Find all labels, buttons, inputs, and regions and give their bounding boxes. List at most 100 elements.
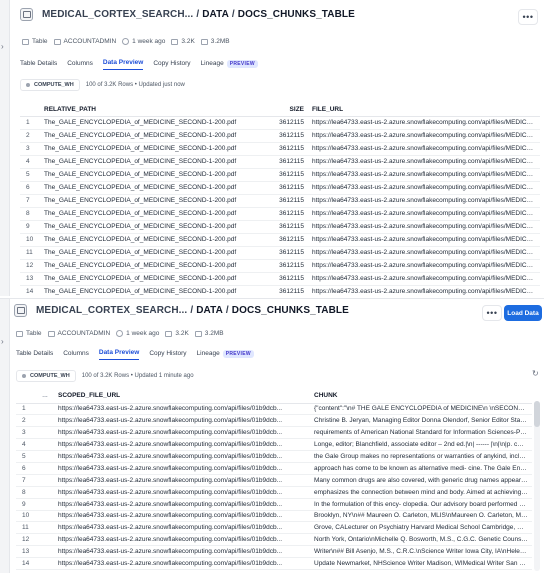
- more-actions-button[interactable]: •••: [518, 9, 538, 25]
- size-cell[interactable]: 3612115: [258, 116, 308, 130]
- scoped-file-url-cell[interactable]: https://lea64733.east-us-2.azure.snowfla…: [54, 450, 310, 463]
- table-row[interactable]: 2 https://lea64733.east-us-2.azure.snowfl…: [16, 414, 532, 428]
- chunk-cell[interactable]: Many common drugs are also covered, with…: [310, 474, 532, 487]
- tab-copy-history[interactable]: Copy History: [149, 350, 186, 360]
- column-header-chunk[interactable]: CHUNK: [310, 389, 532, 404]
- chunk-cell[interactable]: requirements of American National Standa…: [310, 426, 532, 440]
- chunk-cell[interactable]: In the formulation of this ency- clopedi…: [310, 498, 532, 511]
- table-row[interactable]: 6 The_GALE_ENCYCLOPEDIA_of_MEDICINE_SECON…: [20, 181, 540, 195]
- chunk-cell[interactable]: the Gale Group makes no representations …: [310, 450, 532, 463]
- scoped-file-url-cell[interactable]: https://lea64733.east-us-2.azure.snowfla…: [54, 414, 310, 428]
- relative-path-cell[interactable]: The_GALE_ENCYCLOPEDIA_of_MEDICINE_SECOND…: [40, 142, 258, 156]
- tab-data-preview[interactable]: Data Preview: [98, 349, 140, 360]
- chunk-cell[interactable]: {"content":"\n# THE GALE ENCYCLOPEDIA of…: [310, 403, 532, 416]
- scoped-file-url-cell[interactable]: https://lea64733.east-us-2.azure.snowfla…: [54, 498, 310, 511]
- table-row[interactable]: 7 https://lea64733.east-us-2.azure.snowfl…: [16, 474, 532, 487]
- table-row[interactable]: 14 The_GALE_ENCYCLOPEDIA_of_MEDICINE_SECO…: [20, 285, 540, 296]
- relative-path-cell[interactable]: The_GALE_ENCYCLOPEDIA_of_MEDICINE_SECOND…: [40, 168, 258, 182]
- table-row[interactable]: 1 The_GALE_ENCYCLOPEDIA_of_MEDICINE_SECON…: [20, 116, 540, 130]
- relative-path-cell[interactable]: The_GALE_ENCYCLOPEDIA_of_MEDICINE_SECOND…: [40, 233, 258, 247]
- table-row[interactable]: 11 The_GALE_ENCYCLOPEDIA_of_MEDICINE_SECO…: [20, 246, 540, 260]
- relative-path-cell[interactable]: The_GALE_ENCYCLOPEDIA_of_MEDICINE_SECOND…: [40, 116, 258, 130]
- file-url-cell[interactable]: https://lea64733.east-us-2.azure.snowfla…: [308, 220, 540, 234]
- breadcrumb-schema[interactable]: DATA: [196, 305, 223, 316]
- file-url-cell[interactable]: https://lea64733.east-us-2.azure.snowfla…: [308, 194, 540, 208]
- more-actions-button[interactable]: •••: [482, 305, 502, 321]
- table-row[interactable]: 8 The_GALE_ENCYCLOPEDIA_of_MEDICINE_SECON…: [20, 207, 540, 221]
- scoped-file-url-cell[interactable]: https://lea64733.east-us-2.azure.snowfla…: [54, 545, 310, 559]
- chunk-cell[interactable]: Christine B. Jeryan, Managing Editor Don…: [310, 414, 532, 428]
- relative-path-cell[interactable]: The_GALE_ENCYCLOPEDIA_of_MEDICINE_SECOND…: [40, 272, 258, 286]
- file-url-cell[interactable]: https://lea64733.east-us-2.azure.snowfla…: [308, 129, 540, 143]
- file-url-cell[interactable]: https://lea64733.east-us-2.azure.snowfla…: [308, 155, 540, 169]
- column-header-scoped-file-url[interactable]: SCOPED_FILE_URL: [54, 389, 310, 404]
- refresh-icon[interactable]: ↻: [532, 369, 539, 378]
- breadcrumb-database[interactable]: MEDICAL_CORTEX_SEARCH...: [36, 305, 187, 316]
- table-row[interactable]: 9 The_GALE_ENCYCLOPEDIA_of_MEDICINE_SECON…: [20, 220, 540, 234]
- table-row[interactable]: 3 The_GALE_ENCYCLOPEDIA_of_MEDICINE_SECON…: [20, 142, 540, 156]
- size-cell[interactable]: 3612115: [258, 129, 308, 143]
- tab-columns[interactable]: Columns: [67, 60, 93, 70]
- relative-path-cell[interactable]: The_GALE_ENCYCLOPEDIA_of_MEDICINE_SECOND…: [40, 220, 258, 234]
- file-url-cell[interactable]: https://lea64733.east-us-2.azure.snowfla…: [308, 116, 540, 130]
- breadcrumb-database[interactable]: MEDICAL_CORTEX_SEARCH...: [42, 9, 193, 20]
- table-row[interactable]: 6 https://lea64733.east-us-2.azure.snowfl…: [16, 462, 532, 475]
- table-row[interactable]: 5 The_GALE_ENCYCLOPEDIA_of_MEDICINE_SECON…: [20, 168, 540, 182]
- file-url-cell[interactable]: https://lea64733.east-us-2.azure.snowfla…: [308, 246, 540, 260]
- warehouse-selector[interactable]: COMPUTE_WH: [16, 370, 76, 382]
- relative-path-cell[interactable]: The_GALE_ENCYCLOPEDIA_of_MEDICINE_SECOND…: [40, 207, 258, 221]
- chunk-cell[interactable]: North York, Ontario\nMichelle Q. Boswort…: [310, 533, 532, 547]
- size-cell[interactable]: 3612115: [258, 246, 308, 260]
- expand-sidebar-icon[interactable]: ›: [1, 337, 4, 346]
- table-row[interactable]: 12 https://lea64733.east-us-2.azure.snowf…: [16, 533, 532, 547]
- column-header-relative-path[interactable]: RELATIVE_PATH: [40, 103, 258, 117]
- column-header-file-url[interactable]: FILE_URL: [308, 103, 540, 117]
- size-cell[interactable]: 3612115: [258, 207, 308, 221]
- tab-data-preview[interactable]: Data Preview: [102, 59, 144, 70]
- table-row[interactable]: 10 The_GALE_ENCYCLOPEDIA_of_MEDICINE_SECO…: [20, 233, 540, 247]
- size-cell[interactable]: 3612115: [258, 259, 308, 273]
- chunk-cell[interactable]: Update Newmarket, NHScience Writer Madis…: [310, 557, 532, 570]
- relative-path-cell[interactable]: The_GALE_ENCYCLOPEDIA_of_MEDICINE_SECOND…: [40, 181, 258, 195]
- scoped-file-url-cell[interactable]: https://lea64733.east-us-2.azure.snowfla…: [54, 438, 310, 452]
- scoped-file-url-cell[interactable]: https://lea64733.east-us-2.azure.snowfla…: [54, 521, 310, 535]
- table-row[interactable]: 12 The_GALE_ENCYCLOPEDIA_of_MEDICINE_SECO…: [20, 259, 540, 273]
- vertical-scrollbar[interactable]: [534, 401, 540, 571]
- table-row[interactable]: 2 The_GALE_ENCYCLOPEDIA_of_MEDICINE_SECON…: [20, 129, 540, 143]
- chunk-cell[interactable]: Brooklyn, NY\n## Maureen O. Carleton, ML…: [310, 510, 532, 523]
- chunk-cell[interactable]: approach has come to be known as alterna…: [310, 462, 532, 475]
- size-cell[interactable]: 3612115: [258, 181, 308, 195]
- size-cell[interactable]: 3612115: [258, 155, 308, 169]
- scoped-file-url-cell[interactable]: https://lea64733.east-us-2.azure.snowfla…: [54, 426, 310, 440]
- file-url-cell[interactable]: https://lea64733.east-us-2.azure.snowfla…: [308, 181, 540, 195]
- relative-path-cell[interactable]: The_GALE_ENCYCLOPEDIA_of_MEDICINE_SECOND…: [40, 129, 258, 143]
- scoped-file-url-cell[interactable]: https://lea64733.east-us-2.azure.snowfla…: [54, 557, 310, 570]
- size-cell[interactable]: 3612115: [258, 142, 308, 156]
- tab-copy-history[interactable]: Copy History: [153, 60, 190, 70]
- tab-table-details[interactable]: Table Details: [16, 350, 53, 360]
- file-url-cell[interactable]: https://lea64733.east-us-2.azure.snowfla…: [308, 233, 540, 247]
- scoped-file-url-cell[interactable]: https://lea64733.east-us-2.azure.snowfla…: [54, 533, 310, 547]
- scoped-file-url-cell[interactable]: https://lea64733.east-us-2.azure.snowfla…: [54, 474, 310, 487]
- file-url-cell[interactable]: https://lea64733.east-us-2.azure.snowfla…: [308, 168, 540, 182]
- size-cell[interactable]: 3612115: [258, 285, 308, 296]
- chunk-cell[interactable]: Longe, editor; Blanchfield, associate ed…: [310, 438, 532, 452]
- file-url-cell[interactable]: https://lea64733.east-us-2.azure.snowfla…: [308, 285, 540, 296]
- table-row[interactable]: 11 https://lea64733.east-us-2.azure.snowf…: [16, 521, 532, 535]
- table-row[interactable]: 4 The_GALE_ENCYCLOPEDIA_of_MEDICINE_SECON…: [20, 155, 540, 169]
- table-row[interactable]: 10 https://lea64733.east-us-2.azure.snowf…: [16, 510, 532, 523]
- breadcrumb-schema[interactable]: DATA: [202, 9, 229, 20]
- expand-sidebar-icon[interactable]: ›: [1, 42, 4, 51]
- table-row[interactable]: 13 The_GALE_ENCYCLOPEDIA_of_MEDICINE_SECO…: [20, 272, 540, 286]
- file-url-cell[interactable]: https://lea64733.east-us-2.azure.snowfla…: [308, 259, 540, 273]
- table-row[interactable]: 1 https://lea64733.east-us-2.azure.snowfl…: [16, 403, 532, 416]
- chunk-cell[interactable]: Grove, CALecturer on Psychiatry Harvard …: [310, 521, 532, 535]
- table-row[interactable]: 8 https://lea64733.east-us-2.azure.snowfl…: [16, 486, 532, 499]
- column-header-size[interactable]: SIZE: [258, 103, 308, 117]
- table-row[interactable]: 3 https://lea64733.east-us-2.azure.snowfl…: [16, 426, 532, 440]
- relative-path-cell[interactable]: The_GALE_ENCYCLOPEDIA_of_MEDICINE_SECOND…: [40, 259, 258, 273]
- file-url-cell[interactable]: https://lea64733.east-us-2.azure.snowfla…: [308, 142, 540, 156]
- scrollbar-thumb[interactable]: [534, 401, 540, 427]
- scoped-file-url-cell[interactable]: https://lea64733.east-us-2.azure.snowfla…: [54, 462, 310, 475]
- size-cell[interactable]: 3612115: [258, 272, 308, 286]
